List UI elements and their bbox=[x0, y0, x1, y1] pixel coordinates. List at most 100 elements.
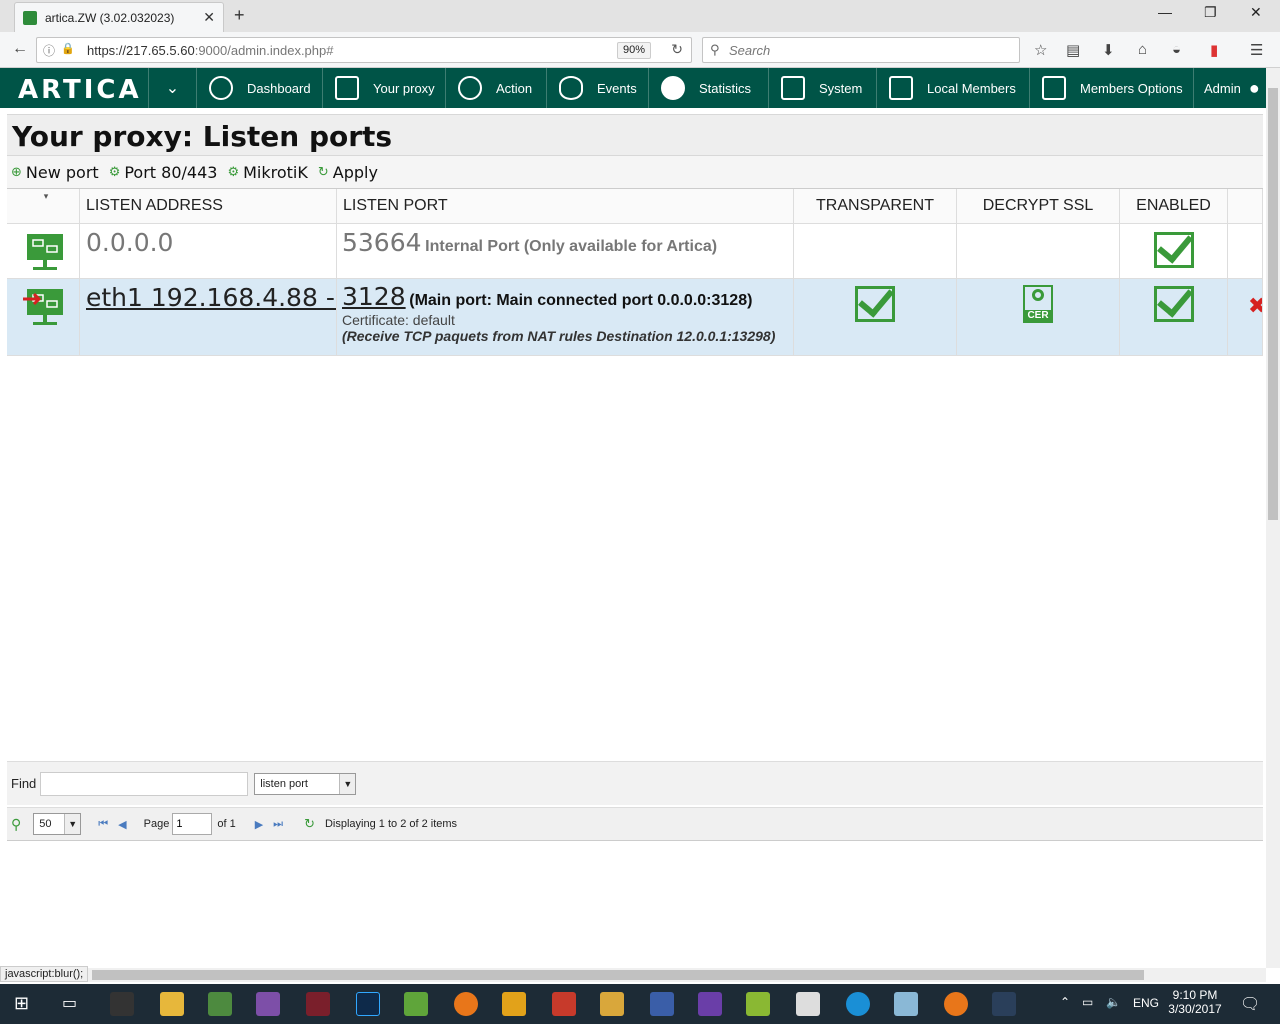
vertical-scrollbar[interactable] bbox=[1266, 68, 1280, 968]
close-window-icon[interactable]: ✕ bbox=[1250, 4, 1262, 21]
pocket-icon[interactable]: ◒ bbox=[1172, 41, 1181, 58]
listen-port-link[interactable]: 3128 bbox=[342, 282, 406, 311]
photoshop-icon[interactable] bbox=[356, 992, 380, 1016]
find-field-select[interactable]: listen port ▼ bbox=[254, 772, 357, 795]
app-icon[interactable] bbox=[404, 992, 428, 1016]
volume-icon[interactable]: 🔈 bbox=[1106, 995, 1121, 1009]
app-icon[interactable] bbox=[208, 992, 232, 1016]
artica-logo[interactable]: ARTICA bbox=[18, 75, 142, 105]
network-icon[interactable]: ▭ bbox=[1082, 995, 1093, 1009]
page-input[interactable] bbox=[172, 813, 213, 835]
terminal-icon[interactable] bbox=[110, 992, 134, 1016]
firefox-icon[interactable] bbox=[944, 992, 968, 1016]
browser-tab[interactable]: artica.ZW (3.02.032023) ✕ bbox=[14, 2, 224, 32]
visual-studio-icon[interactable] bbox=[698, 992, 722, 1016]
url-host: https://217.65.5.60 bbox=[87, 42, 195, 58]
apply-button[interactable]: ↻ Apply bbox=[318, 163, 378, 182]
menu-statistics[interactable]: Statistics bbox=[648, 68, 768, 108]
app-icon[interactable] bbox=[796, 992, 820, 1016]
menu-local-members[interactable]: Local Members bbox=[876, 68, 1029, 108]
listen-address[interactable]: 0.0.0.0 bbox=[86, 228, 173, 257]
close-tab-icon[interactable]: ✕ bbox=[203, 9, 215, 26]
minimize-icon[interactable]: — bbox=[1158, 4, 1172, 20]
menu-admin[interactable]: Admin ● bbox=[1193, 68, 1266, 108]
first-page-icon[interactable]: ⏮ bbox=[98, 818, 108, 831]
reading-list-icon[interactable]: ▤ bbox=[1066, 41, 1080, 59]
search-input[interactable]: ⚲ Search bbox=[702, 37, 1020, 63]
col-enabled[interactable]: ENABLED bbox=[1120, 189, 1228, 223]
listen-address-link[interactable]: eth1 192.168.4.88 - I bbox=[86, 283, 336, 312]
app-icon[interactable] bbox=[502, 992, 526, 1016]
certificate-icon[interactable]: CER bbox=[1023, 285, 1053, 323]
prev-page-icon[interactable]: ◀ bbox=[118, 818, 126, 831]
menu-dashboard[interactable]: Dashboard bbox=[196, 68, 322, 108]
find-input[interactable] bbox=[40, 771, 249, 796]
next-page-icon[interactable]: ▶ bbox=[255, 818, 263, 831]
table-row[interactable]: 0.0.0.0 53664 Internal Port (Only availa… bbox=[7, 224, 1263, 279]
transparent-cell bbox=[794, 279, 957, 355]
blender-icon[interactable] bbox=[454, 992, 478, 1016]
transparent-cell bbox=[794, 224, 957, 278]
app-icon[interactable] bbox=[306, 992, 330, 1016]
page-title: Your proxy: Listen ports bbox=[7, 114, 1263, 156]
table-row[interactable]: eth1 192.168.4.88 - I 3128 (Main port: M… bbox=[7, 279, 1263, 356]
extension-icon[interactable]: ▮ bbox=[1210, 41, 1218, 59]
windows-start-icon[interactable]: ⊞ bbox=[14, 993, 29, 1014]
clock[interactable]: 9:10 PM 3/30/2017 bbox=[1168, 988, 1222, 1016]
home-icon[interactable]: ⌂ bbox=[1138, 41, 1147, 58]
enabled-check-icon[interactable] bbox=[1153, 232, 1194, 268]
download-icon[interactable]: ⬇ bbox=[1102, 41, 1115, 59]
new-tab-icon[interactable]: + bbox=[234, 5, 245, 26]
app-icon[interactable] bbox=[992, 992, 1016, 1016]
app-icon[interactable] bbox=[552, 992, 576, 1016]
dashboard-gauge-icon bbox=[209, 76, 233, 100]
scroll-thumb[interactable] bbox=[1268, 88, 1278, 520]
app-icon[interactable] bbox=[846, 992, 870, 1016]
menu-members-options[interactable]: Members Options bbox=[1029, 68, 1193, 108]
port-80-443-button[interactable]: ⚙ Port 80/443 bbox=[109, 163, 218, 182]
last-page-icon[interactable]: ⏭ bbox=[273, 818, 283, 831]
tray-chevron-icon[interactable]: ⌃ bbox=[1060, 995, 1070, 1009]
menu-hamburger-icon[interactable]: ☰ bbox=[1250, 41, 1263, 59]
mikrotik-button[interactable]: ⚙ MikrotiK bbox=[227, 163, 307, 182]
search-icon[interactable]: ⚲ bbox=[11, 816, 21, 833]
file-explorer-icon[interactable] bbox=[160, 992, 184, 1016]
notifications-icon[interactable]: 🗨 bbox=[1240, 994, 1260, 1014]
delete-icon[interactable]: ✖ bbox=[1228, 279, 1263, 355]
app-icon[interactable] bbox=[746, 992, 770, 1016]
scroll-thumb[interactable] bbox=[92, 970, 1144, 980]
horizontal-scrollbar[interactable] bbox=[0, 968, 1266, 982]
language-indicator[interactable]: ENG bbox=[1133, 996, 1159, 1010]
enabled-check-icon[interactable] bbox=[1153, 286, 1194, 322]
refresh-icon[interactable]: ↻ bbox=[304, 816, 315, 832]
col-listen-address[interactable]: LISTEN ADDRESS bbox=[80, 189, 337, 223]
menu-action[interactable]: Action bbox=[445, 68, 546, 108]
new-port-label: New port bbox=[25, 162, 99, 182]
app-icon[interactable] bbox=[894, 992, 918, 1016]
sort-toggle-icon[interactable]: ▾ bbox=[7, 189, 80, 223]
menu-toggle[interactable]: ⌄ bbox=[148, 68, 196, 108]
reload-icon[interactable]: ↻ bbox=[671, 41, 683, 58]
address-bar[interactable]: ⓘ 🔒 https://217.65.5.60 :9000/admin.inde… bbox=[36, 37, 692, 63]
col-transparent[interactable]: TRANSPARENT bbox=[794, 189, 957, 223]
page-of: of 1 bbox=[217, 818, 236, 830]
tools-icon[interactable] bbox=[600, 992, 624, 1016]
transparent-check-icon[interactable] bbox=[855, 286, 895, 322]
new-port-button[interactable]: ⊕ New port bbox=[11, 163, 99, 182]
menu-events[interactable]: Events bbox=[546, 68, 648, 108]
listen-port[interactable]: 53664 bbox=[342, 228, 422, 257]
col-decrypt-ssl[interactable]: DECRYPT SSL bbox=[957, 189, 1120, 223]
info-icon[interactable]: ⓘ bbox=[43, 42, 55, 59]
app-icon[interactable] bbox=[650, 992, 674, 1016]
task-view-icon[interactable]: ▭ bbox=[62, 993, 77, 1013]
menu-your-proxy[interactable]: Your proxy bbox=[322, 68, 445, 108]
menu-system[interactable]: System bbox=[768, 68, 876, 108]
page-size-select[interactable]: 50 ▼ bbox=[33, 813, 82, 835]
add-circle-icon: ⊕ bbox=[11, 164, 22, 180]
app-icon[interactable] bbox=[256, 992, 280, 1016]
back-icon[interactable]: ← bbox=[12, 40, 28, 58]
col-listen-port[interactable]: LISTEN PORT bbox=[337, 189, 794, 223]
zoom-badge[interactable]: 90% bbox=[616, 42, 651, 59]
bookmark-star-icon[interactable]: ☆ bbox=[1034, 41, 1047, 59]
restore-icon[interactable]: ❐ bbox=[1204, 4, 1217, 21]
